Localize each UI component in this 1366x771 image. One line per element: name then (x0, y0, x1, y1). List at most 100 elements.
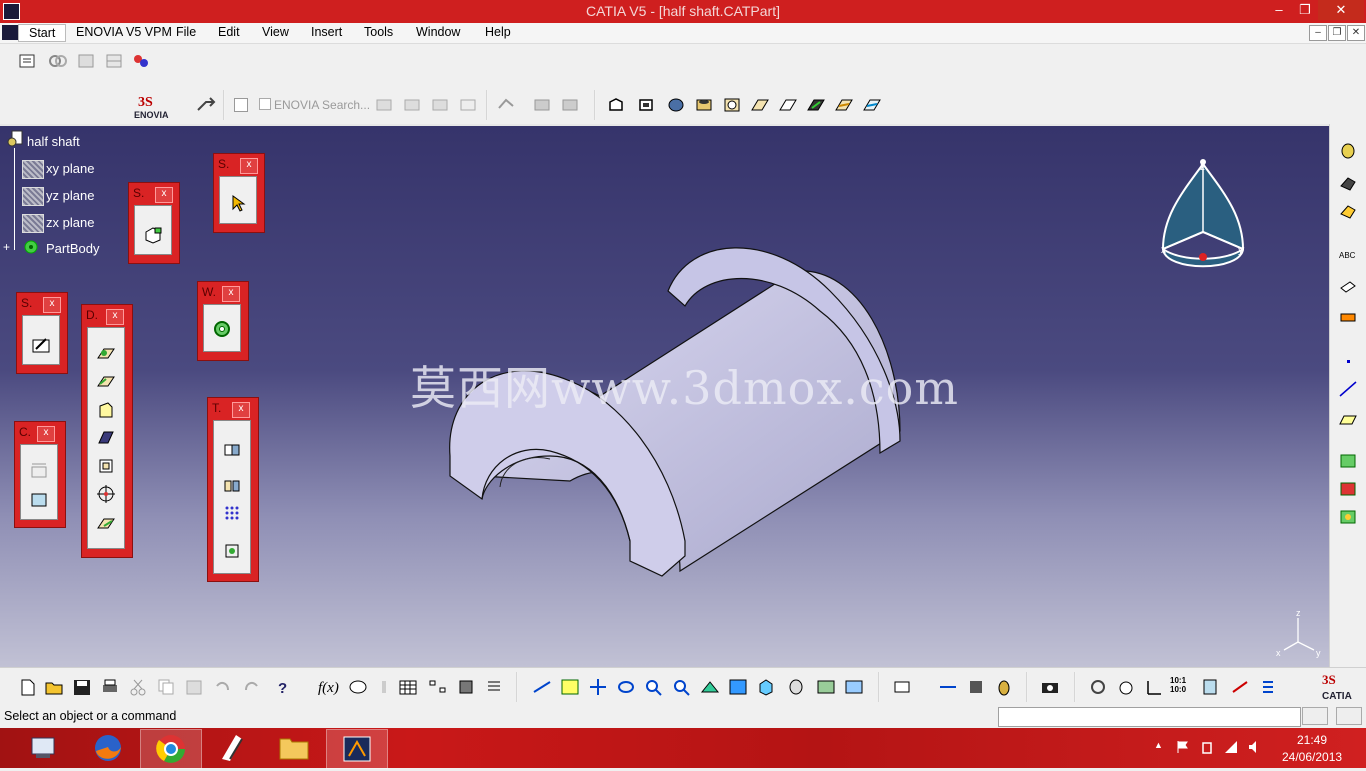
undo-icon[interactable] (212, 678, 232, 696)
fillet-icon[interactable] (96, 344, 116, 364)
plane-tool-icon[interactable] (1338, 306, 1358, 324)
point-icon[interactable] (1338, 352, 1358, 370)
compass-icon[interactable]: z x y (1155, 154, 1250, 284)
chamfer-icon[interactable] (96, 372, 116, 392)
formula-button[interactable]: f(x) (318, 680, 339, 697)
thickness-icon[interactable] (96, 456, 116, 476)
update-icon[interactable] (892, 678, 912, 696)
tree-item-zx-plane[interactable]: zx plane (46, 215, 94, 230)
rotate-icon[interactable] (616, 678, 636, 696)
catalog-icon[interactable] (131, 52, 151, 70)
constraint-icon[interactable] (29, 461, 49, 481)
link-icon[interactable] (48, 52, 68, 70)
enovia-logo[interactable]: 3S ENOVIA (132, 92, 182, 120)
doc-close-button[interactable]: ✕ (1347, 25, 1365, 41)
redo-icon[interactable] (242, 678, 262, 696)
enovia-product-icon-2[interactable] (560, 96, 580, 114)
boolean-add-icon[interactable] (1338, 452, 1358, 470)
menu-start[interactable]: Start (18, 24, 67, 42)
chrome-taskbar-icon[interactable] (140, 729, 202, 769)
zoom-out-icon[interactable] (672, 678, 692, 696)
plane-icon-right[interactable] (1338, 410, 1358, 428)
plane-icon[interactable] (22, 160, 44, 179)
open-icon[interactable] (44, 678, 64, 696)
partbody-icon[interactable] (22, 238, 40, 256)
save-icon[interactable] (72, 678, 92, 696)
network-tray-icon[interactable] (1224, 740, 1238, 754)
enovia-tools-icon-1[interactable] (374, 96, 394, 114)
menu-edit[interactable]: Edit (218, 25, 240, 39)
toolbar-close-button[interactable]: x (232, 402, 250, 418)
floating-toolbar-constraint[interactable]: C. x (14, 421, 66, 528)
table-icon[interactable] (398, 678, 418, 696)
shell-icon[interactable] (96, 428, 116, 448)
floating-toolbar-sketch-based[interactable]: S. x (128, 182, 180, 264)
measure-inertia-icon[interactable] (966, 678, 986, 696)
structure-icon[interactable] (104, 52, 124, 70)
pattern-icon[interactable] (222, 503, 242, 523)
axis-system-icon[interactable] (1144, 678, 1164, 696)
enovia-search-icon[interactable] (259, 98, 271, 110)
tree-root-label[interactable]: half shaft (27, 134, 80, 149)
3d-viewport[interactable]: half shaft xy plane yz plane zx plane + … (0, 124, 1329, 669)
loft-icon[interactable] (834, 96, 854, 114)
scaling-icon[interactable] (222, 541, 242, 561)
close-button[interactable]: ✕ (1318, 0, 1364, 20)
power-tray-icon[interactable] (1200, 740, 1214, 754)
knowledge-icon[interactable] (348, 678, 368, 696)
print-icon[interactable] (100, 678, 120, 696)
app-taskbar-icon[interactable] (202, 729, 262, 767)
command-input[interactable] (998, 707, 1301, 727)
doc-restore-button[interactable]: ❐ (1328, 25, 1346, 41)
new-icon[interactable] (18, 678, 38, 696)
minimize-button[interactable]: – (1266, 0, 1292, 20)
firefox-taskbar-icon[interactable] (78, 729, 138, 767)
material-icon[interactable] (1338, 142, 1358, 160)
enovia-tools-icon-3[interactable] (430, 96, 450, 114)
part-root-icon[interactable] (6, 130, 24, 148)
taskbar-date[interactable]: 24/06/2013 (1282, 750, 1342, 764)
rib-icon[interactable] (750, 96, 770, 114)
boolean-intersect-icon[interactable] (1338, 508, 1358, 526)
floating-toolbar-workbench[interactable]: W. x (197, 281, 249, 361)
translation-icon[interactable] (222, 439, 242, 459)
thread-icon[interactable] (96, 484, 116, 504)
refresh-icon[interactable] (496, 96, 516, 114)
list-icon[interactable] (484, 678, 504, 696)
cut-icon[interactable] (128, 678, 148, 696)
section-icon[interactable] (1200, 678, 1220, 696)
flag-tray-icon[interactable] (1176, 740, 1190, 754)
tree-item-partbody[interactable]: PartBody (46, 241, 99, 256)
document-icon[interactable] (2, 25, 18, 40)
menu-enovia[interactable]: ENOVIA V5 VPM (76, 25, 172, 39)
taskbar-time[interactable]: 21:49 (1297, 733, 1327, 747)
slot-icon[interactable] (778, 96, 798, 114)
fly-mode-icon[interactable] (532, 678, 552, 696)
tray-expand-icon[interactable]: ▲ (1154, 740, 1163, 750)
catalog-browser-icon[interactable] (456, 678, 476, 696)
menu-tools[interactable]: Tools (364, 25, 393, 39)
enovia-search-label[interactable]: ENOVIA Search... (274, 98, 370, 112)
toolbar-close-button[interactable]: x (222, 286, 240, 302)
stiffener-icon[interactable] (806, 96, 826, 114)
normal-view-icon[interactable] (700, 678, 720, 696)
tree-expand-icon[interactable] (428, 678, 448, 696)
rotate-view-icon[interactable] (1088, 678, 1108, 696)
pad-icon[interactable] (606, 96, 626, 114)
volume-tray-icon[interactable] (1248, 740, 1262, 754)
catia-taskbar-icon[interactable] (326, 729, 388, 769)
workbench-gear-icon[interactable] (212, 319, 232, 339)
floating-toolbar-sketcher[interactable]: S. x (16, 292, 68, 374)
zoom-in-icon[interactable] (644, 678, 664, 696)
multi-view-icon[interactable] (728, 678, 748, 696)
explorer-taskbar-icon[interactable] (14, 729, 74, 767)
command-history-button[interactable] (1302, 707, 1328, 725)
draft-icon[interactable] (96, 400, 116, 420)
menu-window[interactable]: Window (416, 25, 460, 39)
apply-material-icon[interactable] (994, 678, 1014, 696)
sketcher-icon[interactable] (31, 334, 51, 354)
pocket-icon[interactable] (636, 96, 656, 114)
fit-all-icon[interactable] (560, 678, 580, 696)
tree-item-xy-plane[interactable]: xy plane (46, 161, 94, 176)
select-arrow-icon[interactable] (228, 193, 248, 213)
